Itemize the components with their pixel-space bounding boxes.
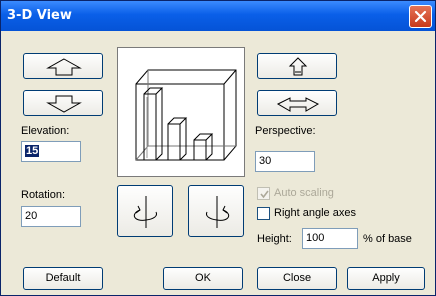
rotate-left-button[interactable] <box>117 185 173 237</box>
perspective-input[interactable]: 30 <box>255 151 315 172</box>
rotation-value: 20 <box>25 210 38 222</box>
rotation-input[interactable]: 20 <box>21 206 81 227</box>
rotate-right-icon <box>206 196 230 228</box>
preview-3d-chart <box>135 69 237 161</box>
elevation-input[interactable]: 15 <box>21 141 81 162</box>
elevation-value: 15 <box>25 145 40 157</box>
elevation-label: Elevation: <box>21 125 70 137</box>
chart-preview <box>117 47 245 177</box>
dialog-window: 3-D View Elevation: 15 Rotation: 20 Pers… <box>0 0 436 296</box>
perspective-label: Perspective: <box>255 125 316 137</box>
checkmark-icon <box>260 190 269 199</box>
rotation-label: Rotation: <box>21 189 66 201</box>
right-angle-axes-label: Right angle axes <box>274 207 356 219</box>
height-label: Height: <box>257 233 292 245</box>
elevation-down-button[interactable] <box>23 90 103 116</box>
close-icon <box>414 10 427 23</box>
height-suffix: % of base <box>363 233 412 245</box>
arrow-up-icon <box>46 58 82 76</box>
title-bar: 3-D View <box>1 1 435 31</box>
rotate-left-icon <box>133 196 157 228</box>
perspective-value: 30 <box>259 155 272 167</box>
right-angle-axes-checkbox[interactable] <box>257 207 270 220</box>
elevation-up-button[interactable] <box>23 53 103 79</box>
auto-scaling-label: Auto scaling <box>274 187 334 199</box>
perspective-down-button[interactable] <box>257 90 337 116</box>
perspective-up-icon <box>288 57 308 76</box>
perspective-up-button[interactable] <box>257 53 337 79</box>
rotate-right-button[interactable] <box>188 185 244 237</box>
default-button[interactable]: Default <box>23 267 103 290</box>
height-value: 100 <box>306 232 325 244</box>
window-title: 3-D View <box>7 8 72 23</box>
perspective-down-icon <box>276 97 320 112</box>
close-button[interactable]: Close <box>257 267 337 290</box>
arrow-down-icon <box>46 95 82 113</box>
ok-button[interactable]: OK <box>163 267 243 290</box>
close-window-button[interactable] <box>409 5 432 28</box>
auto-scaling-checkbox[interactable] <box>257 187 270 200</box>
height-input[interactable]: 100 <box>302 228 358 249</box>
apply-button[interactable]: Apply <box>347 267 425 290</box>
